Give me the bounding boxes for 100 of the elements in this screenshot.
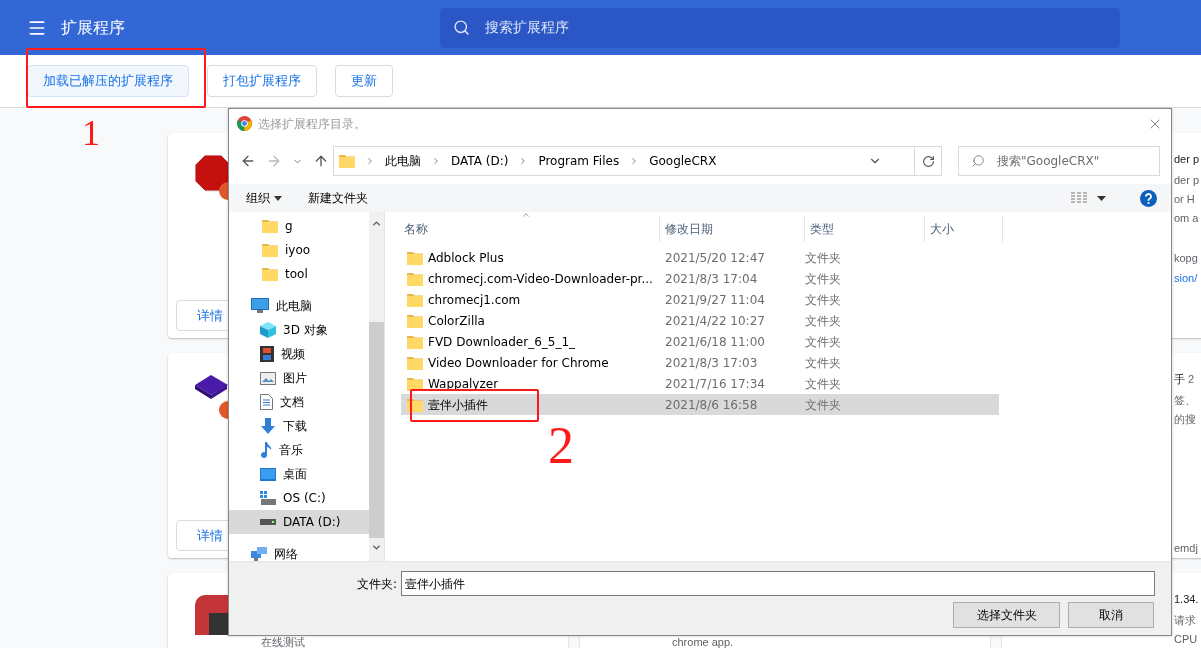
- nav-item[interactable]: 文档: [229, 390, 369, 414]
- file-name: Wappalyzer: [428, 375, 499, 393]
- file-row[interactable]: FVD Downloader_6_5_1_ 2021/6/18 11:00 文件夹: [401, 331, 999, 352]
- file-date: 2021/8/3 17:04: [664, 270, 759, 288]
- column-header[interactable]: 类型: [805, 215, 925, 242]
- file-row[interactable]: ColorZilla 2021/4/22 10:27 文件夹: [401, 310, 999, 331]
- nav-item[interactable]: DATA (D:): [229, 510, 369, 534]
- file-type: 文件夹: [804, 312, 841, 330]
- file-date: 2021/4/22 10:27: [664, 312, 766, 330]
- nav-item[interactable]: g: [229, 214, 369, 238]
- file-type: 文件夹: [804, 354, 841, 372]
- new-folder-button[interactable]: 新建文件夹: [308, 189, 368, 207]
- file-type: 文件夹: [804, 291, 841, 309]
- folder-input[interactable]: 壹伴小插件: [401, 571, 1155, 596]
- file-name: ColorZilla: [428, 312, 485, 330]
- scroll-down-icon[interactable]: [371, 542, 382, 553]
- file-name: 壹伴小插件: [428, 396, 488, 414]
- card-description: 的搜: [1174, 412, 1197, 427]
- breadcrumb[interactable]: 此电脑: [385, 152, 421, 170]
- caret-icon[interactable]: [1097, 195, 1106, 201]
- file-type: 文件夹: [804, 333, 841, 351]
- file-date: 2021/5/20 12:47: [664, 249, 766, 267]
- file-row[interactable]: Wappalyzer 2021/7/16 17:34 文件夹: [401, 373, 999, 394]
- toolbar-button[interactable]: 打包扩展程序: [207, 65, 317, 97]
- caret-icon: [274, 195, 282, 201]
- file-type: 文件夹: [804, 249, 841, 267]
- view-link[interactable]: sion/: [1174, 268, 1201, 288]
- sort-icon: [521, 210, 531, 220]
- scroll-thumb[interactable]: [369, 322, 384, 538]
- card-description: der p: [1174, 173, 1201, 188]
- back-icon[interactable]: [240, 153, 256, 169]
- column-header[interactable]: 名称: [385, 215, 660, 242]
- nav-item[interactable]: 图片: [229, 366, 369, 390]
- cube-icon: [260, 322, 276, 338]
- refresh-icon[interactable]: [921, 154, 935, 168]
- toolbar-button[interactable]: 更新: [335, 65, 393, 97]
- scrollbar[interactable]: [369, 212, 384, 561]
- chevron-right-icon: [365, 156, 375, 166]
- folder-icon: [339, 154, 355, 168]
- file-type: 文件夹: [804, 396, 841, 414]
- select-folder-button[interactable]: 选择文件夹: [953, 602, 1060, 628]
- extension-id: emdj: [1174, 541, 1199, 556]
- picture-icon: [260, 371, 276, 385]
- file-row[interactable]: Adblock Plus 2021/5/20 12:47 文件夹: [401, 247, 999, 268]
- help-icon[interactable]: [1140, 189, 1157, 207]
- scroll-up-icon[interactable]: [371, 218, 382, 229]
- file-date: 2021/8/6 16:58: [664, 396, 759, 414]
- extension-name: 1.34.: [1174, 591, 1199, 607]
- page-title: 扩展程序: [61, 16, 125, 39]
- nav-item[interactable]: tool: [229, 262, 369, 286]
- nav-item[interactable]: 下载: [229, 414, 369, 438]
- cancel-button[interactable]: 取消: [1068, 602, 1154, 628]
- file-date: 2021/6/18 11:00: [664, 333, 766, 351]
- search-field[interactable]: 搜索扩展程序: [440, 7, 1120, 48]
- drive-icon: [260, 519, 276, 525]
- organize-menu[interactable]: 组织: [246, 189, 282, 207]
- file-name: chromecj.com-Video-Downloader-pr...: [428, 270, 653, 288]
- computer-icon: [251, 298, 269, 314]
- desktop-icon: [260, 467, 276, 481]
- annotation-number: 1: [82, 113, 100, 153]
- folder-label: 文件夹:: [357, 575, 398, 593]
- up-icon[interactable]: [313, 153, 329, 169]
- card-description: chrome app.: [672, 637, 735, 648]
- app-icon: [195, 595, 231, 635]
- toolbar-button[interactable]: 加载已解压的扩展程序: [27, 65, 189, 97]
- file-row[interactable]: chromecj.com-Video-Downloader-pr... 2021/8/3 17:04 文件夹: [401, 268, 999, 289]
- card-description: or H: [1174, 192, 1196, 207]
- card-description: om a: [1174, 211, 1200, 226]
- file-date: 2021/9/27 11:04: [664, 291, 766, 309]
- breadcrumb[interactable]: Program Files: [538, 152, 620, 170]
- document-icon: [260, 394, 273, 410]
- annotation-number: 2: [548, 418, 574, 474]
- extension-name: 手: [1174, 371, 1185, 387]
- search-icon: [971, 154, 985, 168]
- extension-name: der p: [1174, 151, 1200, 167]
- nav-item[interactable]: 音乐: [229, 438, 369, 462]
- nav-item[interactable]: OS (C:): [229, 486, 369, 510]
- search-field[interactable]: 搜索"GoogleCRX": [958, 146, 1160, 176]
- nav-item[interactable]: 桌面: [229, 462, 369, 486]
- file-name: Adblock Plus: [428, 249, 504, 267]
- extension-id: kopg: [1174, 251, 1199, 266]
- address-bar[interactable]: 此电脑 DATA (D:) Program Files GoogleCRX: [333, 146, 942, 176]
- folder-icon: [262, 267, 278, 281]
- file-row[interactable]: 壹伴小插件 2021/8/6 16:58 文件夹: [401, 394, 999, 415]
- download-icon: [260, 418, 276, 434]
- nav-item[interactable]: 视频: [229, 342, 369, 366]
- breadcrumb[interactable]: GoogleCRX: [649, 152, 717, 170]
- network-icon: [251, 547, 267, 561]
- nav-item[interactable]: iyoo: [229, 238, 369, 262]
- column-header[interactable]: 修改日期: [660, 215, 805, 242]
- film-icon: [260, 346, 274, 362]
- search-icon: [453, 19, 470, 36]
- file-row[interactable]: chromecj1.com 2021/9/27 11:04 文件夹: [401, 289, 999, 310]
- file-name: FVD Downloader_6_5_1_: [428, 333, 576, 351]
- card-description: 请求: [1174, 613, 1197, 628]
- column-header[interactable]: 大小: [925, 215, 1003, 242]
- file-row[interactable]: Video Downloader for Chrome 2021/8/3 17:03 文件夹: [401, 352, 999, 373]
- folder-icon: [407, 250, 423, 265]
- breadcrumb[interactable]: DATA (D:): [451, 152, 509, 170]
- folder-icon: [407, 334, 423, 349]
